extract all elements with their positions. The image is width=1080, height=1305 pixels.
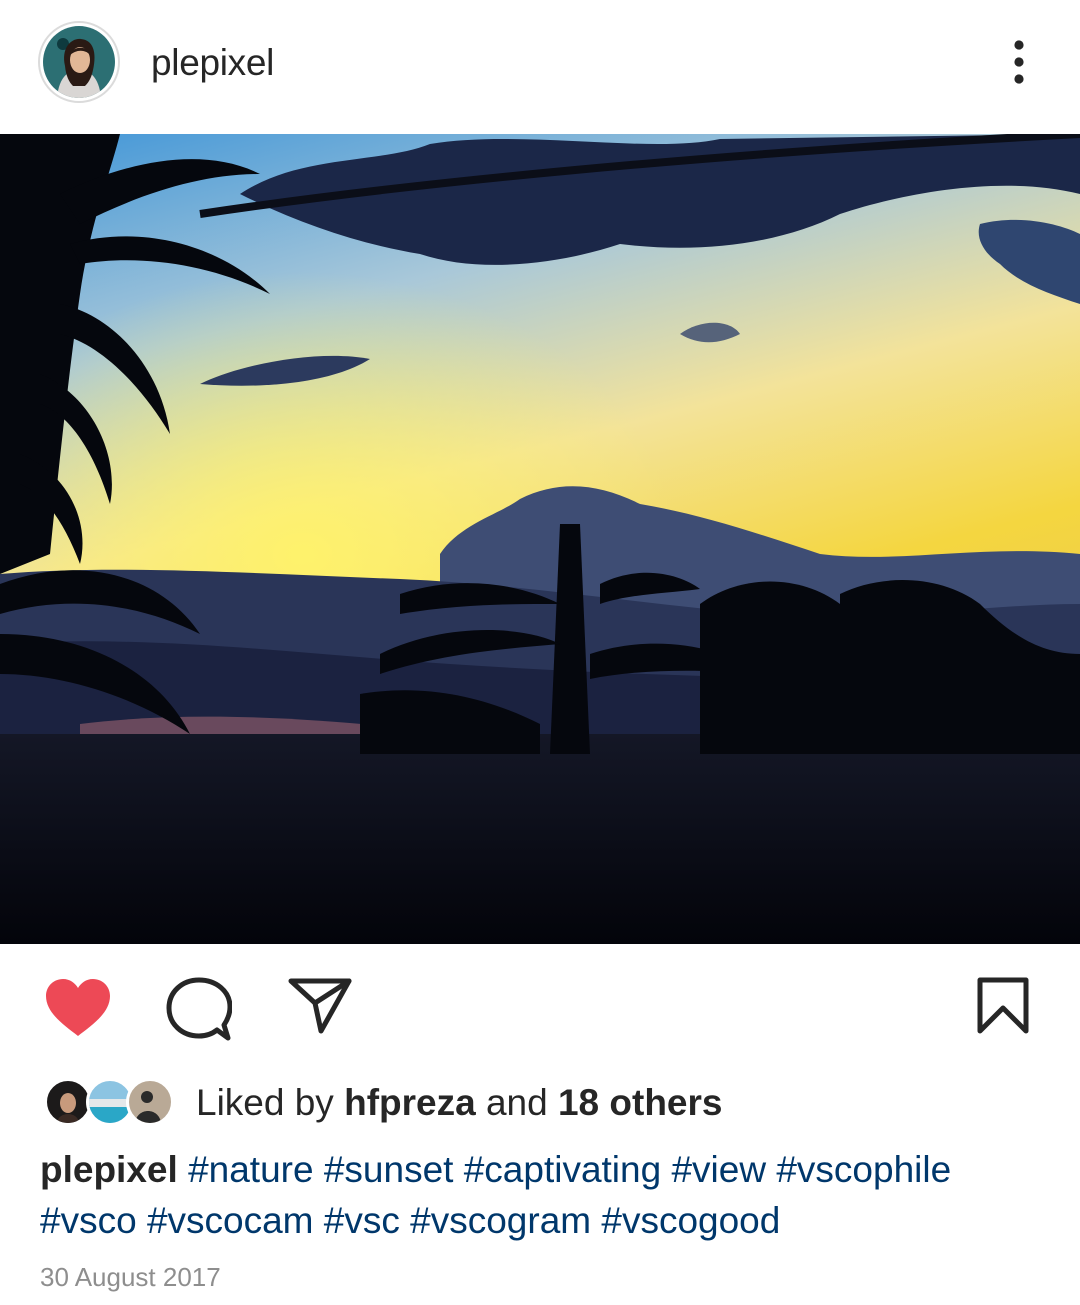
caption-username[interactable]: plepixel [40,1149,178,1190]
more-vertical-icon[interactable] [1000,38,1040,90]
hashtag[interactable]: #vscogram [410,1200,591,1241]
hashtag[interactable]: #view [671,1149,766,1190]
post-date: 30 August 2017 [40,1262,221,1292]
liker-avatar[interactable] [44,1078,92,1126]
hashtag[interactable]: #vsco [40,1200,137,1241]
post-photo[interactable] [0,134,1080,944]
bookmark-icon[interactable] [976,976,1030,1034]
post-header: plepixel [0,0,1080,134]
hashtag[interactable]: #captivating [464,1149,661,1190]
hashtag[interactable]: #vsc [324,1200,400,1241]
post-caption: plepixel #nature #sunset #captivating #v… [40,1144,1050,1246]
liked-by-middle: and [475,1082,558,1123]
hashtag[interactable]: #nature [188,1149,314,1190]
likes-row: Liked by hfpreza and 18 others [0,1072,1080,1134]
liked-by-user[interactable]: hfpreza [344,1082,476,1123]
liker-avatar[interactable] [126,1078,174,1126]
send-icon[interactable] [288,976,352,1034]
liked-by-others[interactable]: 18 others [558,1082,723,1123]
avatar-image [43,26,115,98]
hashtag[interactable]: #vscophile [776,1149,951,1190]
liked-by-text[interactable]: Liked by hfpreza and 18 others [196,1082,722,1124]
hashtag[interactable]: #vscogood [601,1200,780,1241]
profile-avatar[interactable] [38,21,120,103]
hashtag[interactable]: #vscocam [147,1200,314,1241]
post-actions-bar [0,944,1080,1064]
heart-filled-icon[interactable] [44,978,112,1038]
hashtag[interactable]: #sunset [324,1149,454,1190]
liked-by-prefix: Liked by [196,1082,345,1123]
comment-icon[interactable] [166,977,233,1043]
post-username[interactable]: plepixel [151,42,274,84]
